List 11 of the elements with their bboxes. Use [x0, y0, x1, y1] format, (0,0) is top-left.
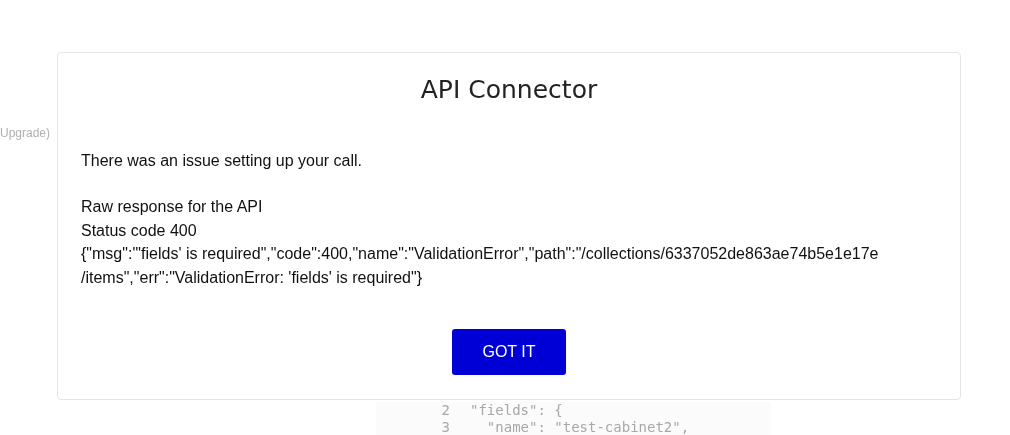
response-text: {"msg":"'fields' is required","code":400,"name":"ValidationError","path":"/collections/6337052de863ae74b5e1e17e /items","err":"ValidationError: 'fields' is required"} [81, 244, 880, 288]
line-number: 2 [440, 402, 450, 419]
got-it-button[interactable]: GOT IT [452, 329, 566, 375]
error-message: There was an issue setting up your call. [81, 151, 364, 171]
upgrade-text: Upgrade) [0, 126, 51, 140]
code-line: "name": "test-cabinet2", [485, 419, 690, 435]
code-line: "fields": { [470, 402, 563, 419]
response-text: Status code 400 [81, 220, 198, 241]
line-number: 3 [440, 419, 450, 435]
response-text: Raw response for the API [81, 197, 264, 217]
dialog-title: API Connector [419, 75, 599, 104]
